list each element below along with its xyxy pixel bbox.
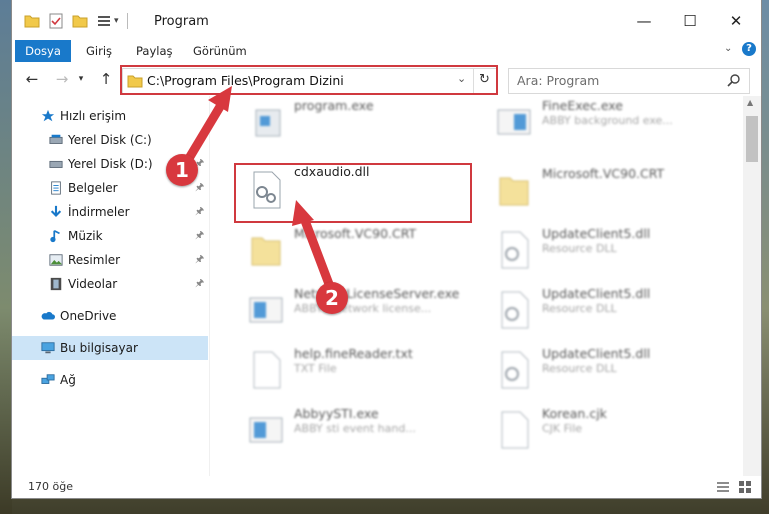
- desktop-background-left: [0, 0, 12, 514]
- step-2-badge: 2: [316, 282, 348, 314]
- explorer-window: ▾ Program — ☐ ✕ Dosya Giriş Paylaş Görün…: [12, 0, 761, 498]
- step-1-badge: 1: [166, 154, 198, 186]
- arrow-2-icon: [292, 200, 337, 297]
- desktop-background-right: [761, 0, 769, 514]
- annotation-arrows: [177, 86, 337, 297]
